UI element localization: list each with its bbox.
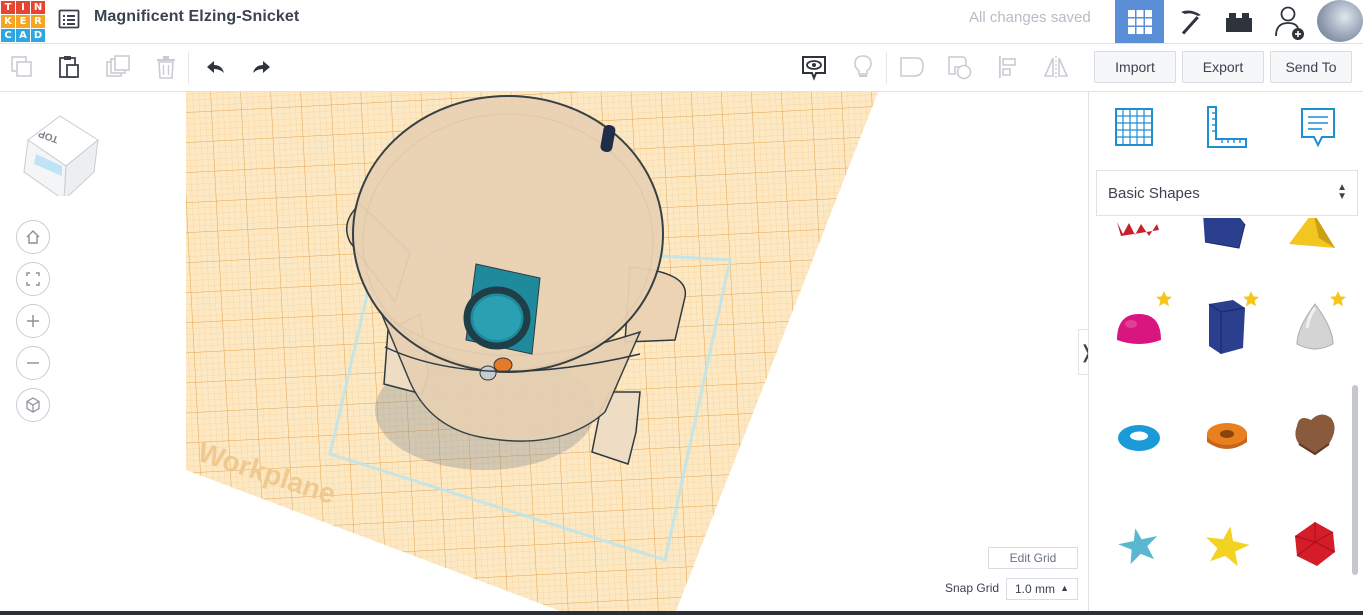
- toolbar: Import Export Send To: [0, 44, 1363, 92]
- logo-letter: N: [31, 1, 45, 14]
- edit-grid-button[interactable]: Edit Grid: [988, 547, 1078, 569]
- perspective-icon[interactable]: [16, 388, 50, 422]
- lightbulb-icon[interactable]: [848, 52, 878, 82]
- export-button[interactable]: Export: [1182, 51, 1264, 83]
- logo-letter: C: [1, 29, 15, 42]
- star-shape[interactable]: [1109, 514, 1169, 574]
- logo-letter: I: [16, 1, 30, 14]
- panel-scrollbar[interactable]: [1352, 385, 1358, 575]
- shapes-panel: Basic Shapes ▲ ▼: [1088, 92, 1363, 611]
- polygon-shape[interactable]: [1195, 218, 1255, 252]
- redo-icon[interactable]: [247, 52, 277, 82]
- favorite-star-icon[interactable]: [1329, 290, 1347, 308]
- shape-category-select[interactable]: Basic Shapes ▲ ▼: [1096, 170, 1358, 216]
- select-arrows-icon: ▲ ▼: [1337, 182, 1347, 202]
- snap-grid-select[interactable]: 1.0 mm ▲: [1006, 578, 1078, 600]
- snap-grid-value: 1.0 mm: [1015, 582, 1056, 596]
- workplane-viewport[interactable]: Workplane: [0, 92, 1088, 611]
- favorite-star-icon[interactable]: [1155, 290, 1173, 308]
- bottom-strip: [0, 611, 1363, 615]
- logo-letter: D: [31, 29, 45, 42]
- grid-icon[interactable]: [1115, 0, 1164, 43]
- snap-grid-label: Snap Grid: [945, 581, 1000, 595]
- avatar[interactable]: [1317, 0, 1363, 42]
- ruler-icon[interactable]: [1203, 104, 1249, 150]
- duplicate-icon[interactable]: [103, 52, 133, 82]
- heart-shape[interactable]: [1285, 404, 1345, 464]
- add-user-icon[interactable]: [1268, 4, 1312, 42]
- notes-icon[interactable]: [1295, 104, 1341, 150]
- tube-shape[interactable]: [1197, 406, 1257, 466]
- logo-letter: K: [1, 15, 15, 28]
- list-menu-icon[interactable]: [58, 8, 80, 30]
- paste-icon[interactable]: [54, 52, 84, 82]
- logo-letter: T: [1, 1, 15, 14]
- send-to-button[interactable]: Send To: [1270, 51, 1352, 83]
- text-shape[interactable]: [1109, 218, 1169, 250]
- delete-icon[interactable]: [151, 52, 181, 82]
- toolbar-divider: [886, 52, 887, 84]
- shape-category-value: Basic Shapes: [1108, 184, 1200, 202]
- toolbar-divider: [188, 52, 189, 84]
- top-bar: T I N K E R C A D Magnificent Elzing-Sni…: [0, 0, 1363, 44]
- ungroup-icon[interactable]: [945, 52, 975, 82]
- star-yellow-shape[interactable]: [1197, 514, 1257, 574]
- copy-icon[interactable]: [7, 52, 37, 82]
- undo-icon[interactable]: [200, 52, 230, 82]
- workplane-icon[interactable]: [1111, 104, 1157, 150]
- pickaxe-icon[interactable]: [1165, 0, 1214, 43]
- shapes-grid: [1089, 218, 1363, 611]
- tinkercad-logo[interactable]: T I N K E R C A D: [0, 0, 45, 42]
- group-icon[interactable]: [897, 52, 927, 82]
- caret-up-icon: ▲: [1060, 583, 1069, 593]
- brick-icon[interactable]: [1214, 0, 1263, 43]
- view-cube[interactable]: TOP: [18, 110, 104, 202]
- import-button[interactable]: Import: [1094, 51, 1176, 83]
- notes-visibility-icon[interactable]: [799, 52, 829, 82]
- logo-letter: R: [31, 15, 45, 28]
- logo-letter: A: [16, 29, 30, 42]
- zoom-out-icon[interactable]: [16, 346, 50, 380]
- home-view-icon[interactable]: [16, 220, 50, 254]
- pyramid-shape[interactable]: [1283, 218, 1343, 252]
- torus-shape[interactable]: [1109, 406, 1169, 466]
- mirror-icon[interactable]: [1041, 52, 1071, 82]
- logo-letter: E: [16, 15, 30, 28]
- align-icon[interactable]: [994, 52, 1024, 82]
- save-status: All changes saved: [969, 9, 1091, 26]
- fit-all-icon[interactable]: [16, 262, 50, 296]
- 3d-workspace[interactable]: Workplane TOP Edit Grid Snap Grid 1.0 mm…: [0, 92, 1088, 611]
- zoom-in-icon[interactable]: [16, 304, 50, 338]
- favorite-star-icon[interactable]: [1242, 290, 1260, 308]
- icosahedron-shape[interactable]: [1285, 512, 1345, 572]
- document-title[interactable]: Magnificent Elzing-Snicket: [94, 8, 299, 26]
